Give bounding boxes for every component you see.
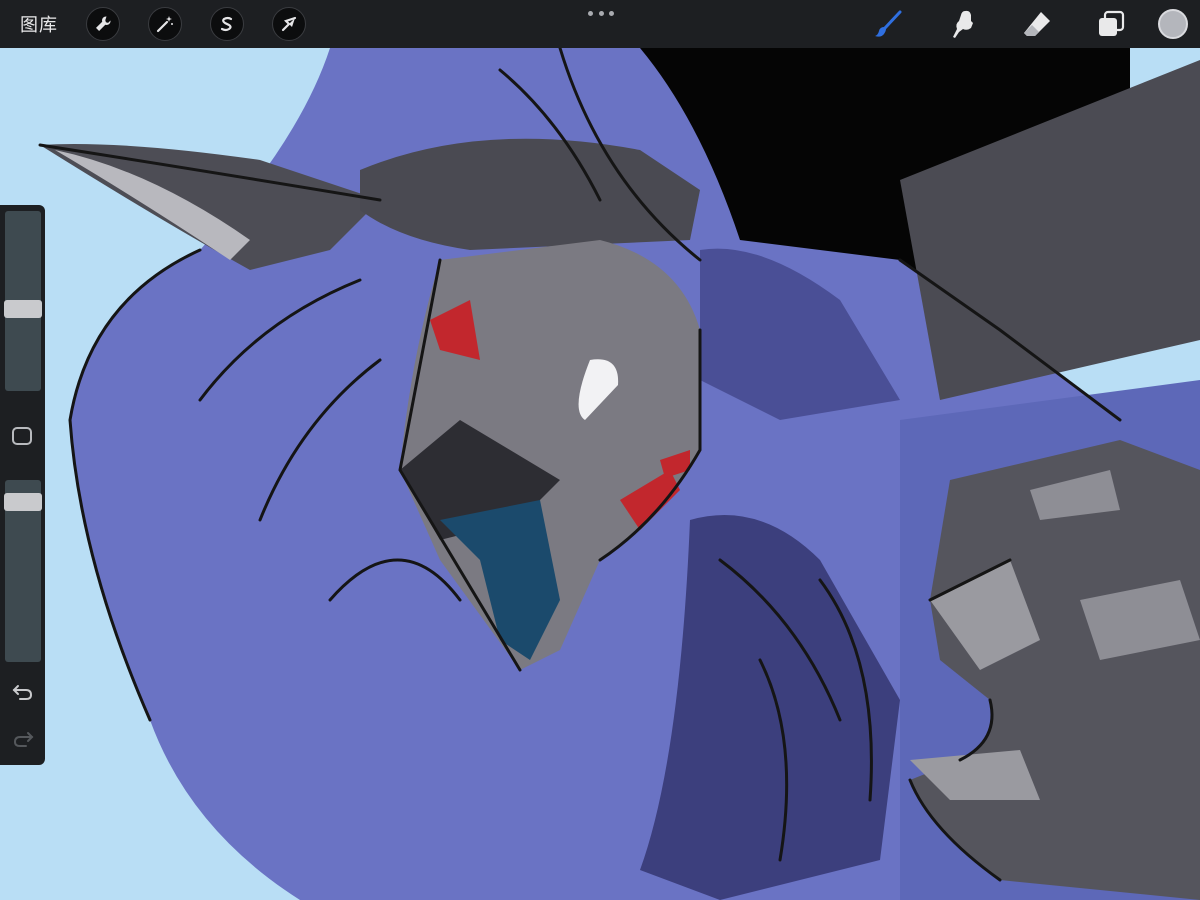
selection-button[interactable]	[210, 7, 244, 41]
smudge-finger-icon	[953, 10, 973, 39]
eraser-button[interactable]	[1017, 4, 1057, 44]
redo-button[interactable]	[10, 727, 36, 749]
brush-icon	[875, 10, 902, 37]
more-options-button[interactable]	[588, 6, 614, 20]
brush-size-thumb[interactable]	[4, 300, 42, 318]
transform-button[interactable]	[272, 7, 306, 41]
selection-s-icon	[220, 16, 233, 32]
side-bar	[0, 205, 45, 765]
brush-button[interactable]	[869, 4, 909, 44]
magic-wand-icon	[156, 16, 173, 33]
eraser-icon	[1024, 12, 1050, 36]
current-color-swatch[interactable]	[1158, 9, 1188, 39]
wrench-icon	[96, 16, 111, 31]
layers-button[interactable]	[1091, 4, 1131, 44]
artwork-canvas[interactable]	[0, 0, 1200, 900]
smudge-button[interactable]	[943, 4, 983, 44]
arrow-cursor-icon	[281, 16, 297, 32]
opacity-slider[interactable]	[4, 480, 42, 662]
brush-size-slider[interactable]	[4, 211, 42, 391]
right-tool-group	[852, 0, 1200, 48]
undo-button[interactable]	[10, 680, 36, 702]
top-toolbar: 图库	[0, 0, 1200, 48]
gallery-button[interactable]: 图库	[20, 11, 58, 37]
adjustments-button[interactable]	[148, 7, 182, 41]
actions-button[interactable]	[86, 7, 120, 41]
modify-button[interactable]	[12, 427, 32, 445]
layers-icon	[1099, 10, 1125, 36]
ellipsis-icon	[588, 10, 593, 16]
opacity-thumb[interactable]	[4, 493, 42, 511]
